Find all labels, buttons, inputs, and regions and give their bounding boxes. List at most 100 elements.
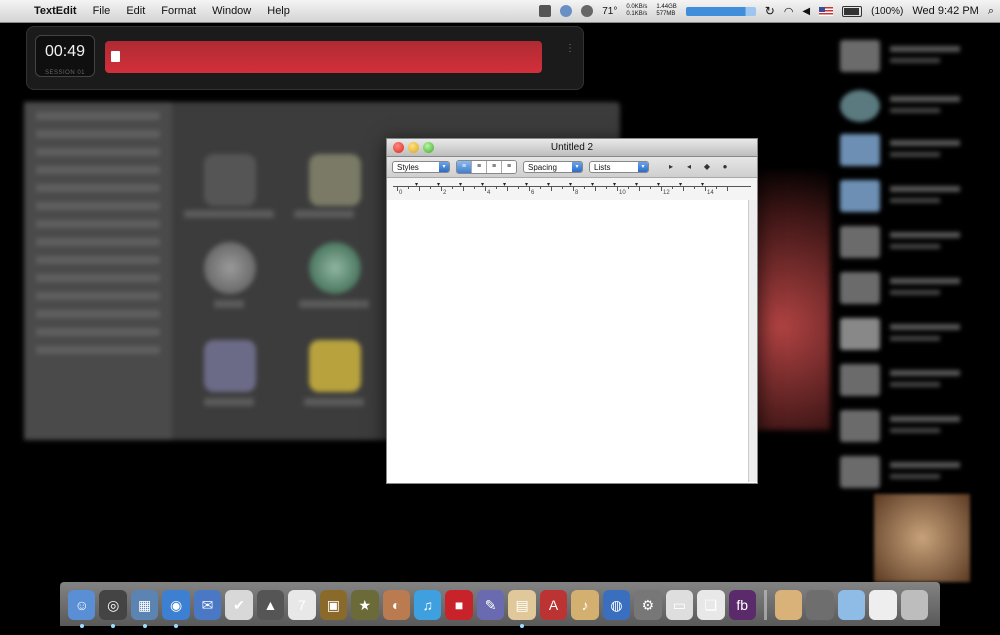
battery-icon[interactable] xyxy=(842,5,863,17)
folder-icon[interactable] xyxy=(837,590,866,620)
finder-icon[interactable]: ☺ xyxy=(68,590,96,628)
scanner-icon[interactable] xyxy=(806,590,834,620)
ruler-tab-stop-icon[interactable]: ▾ xyxy=(701,181,704,188)
mail-icon[interactable]: ✉ xyxy=(193,590,222,620)
network-speed[interactable]: 0.0KB/s 0.1KB/s xyxy=(626,4,647,18)
temperature-readout[interactable]: 71° xyxy=(602,6,617,17)
menu-file[interactable]: File xyxy=(85,5,119,17)
pen-icon[interactable]: ✎ xyxy=(476,590,505,620)
lists-label: Lists xyxy=(594,162,611,172)
minimize-button[interactable] xyxy=(408,142,419,153)
tab-stop-center-icon[interactable]: ◆ xyxy=(701,161,713,173)
menu-extra-icon[interactable] xyxy=(539,5,552,17)
spacing-label: Spacing xyxy=(528,162,557,172)
photoshop-icon[interactable]: ■ xyxy=(445,590,473,620)
textedit-window: Untitled 2 Styles ▾ ≡ ≡ ≡ ≡ Spacing ▾ Li… xyxy=(386,138,758,484)
time-machine-icon[interactable]: ↻ xyxy=(765,4,775,18)
document-icon[interactable] xyxy=(869,590,897,620)
ruler-tab-stop-icon[interactable]: ▾ xyxy=(569,181,572,188)
ruler-tick xyxy=(441,186,442,191)
ruler-tab-stop-icon[interactable]: ▾ xyxy=(415,181,418,188)
spotlight-search-icon[interactable]: ⌕ xyxy=(988,5,994,18)
tab-stop-right-icon[interactable]: ▸ xyxy=(665,161,677,173)
ruler-tab-stop-icon[interactable]: ▾ xyxy=(679,181,682,188)
preferences-icon[interactable]: ⚙ xyxy=(634,590,662,620)
preview-icon[interactable]: ▦ xyxy=(130,590,159,628)
ruler-tab-stop-icon[interactable]: ▾ xyxy=(547,181,550,188)
ruler-number: 14 xyxy=(707,190,714,196)
automator-icon[interactable]: ▲ xyxy=(256,590,285,620)
format-toolbar: Styles ▾ ≡ ≡ ≡ ≡ Spacing ▾ Lists ▾ ▸ ◂ ◆… xyxy=(387,157,757,178)
ruler-tick xyxy=(485,186,486,191)
net-down-readout: 0.1KB/s xyxy=(626,11,648,17)
ruler-tick xyxy=(518,186,519,189)
dropbox-icon[interactable] xyxy=(560,5,573,17)
dictionary-icon[interactable]: A xyxy=(539,590,568,620)
ruler-tab-stop-icon[interactable]: ▾ xyxy=(481,181,484,188)
ruler-tick xyxy=(694,186,695,189)
lists-popup[interactable]: Lists ▾ xyxy=(589,161,649,173)
ruler-tick xyxy=(463,186,464,191)
vertical-scrollbar[interactable] xyxy=(748,200,757,482)
ruler-tick xyxy=(419,186,420,191)
app-icon[interactable]: ❏ xyxy=(697,590,725,620)
safari-icon[interactable]: ◉ xyxy=(162,590,190,628)
ruler-tab-stop-icon[interactable]: ▾ xyxy=(613,181,616,188)
gear-icon[interactable] xyxy=(581,5,594,17)
app-menu[interactable]: TextEdit xyxy=(26,5,85,17)
zoom-button[interactable] xyxy=(423,142,434,153)
ruler-tab-stop-icon[interactable]: ▾ xyxy=(459,181,462,188)
network-icon[interactable]: ◍ xyxy=(602,590,631,620)
window-titlebar[interactable]: Untitled 2 xyxy=(387,139,757,157)
photo-booth-icon[interactable]: ◐ xyxy=(382,590,410,620)
ruler-tab-stop-icon[interactable]: ▾ xyxy=(525,181,528,188)
popup-arrows-icon: ▾ xyxy=(638,162,648,172)
battery-percent[interactable]: (100%) xyxy=(871,6,903,17)
ruler[interactable]: 0 2 4 6 8 10 12 14 ▾ ▾ ▾ ▾ ▾ ▾ ▾ ▾ ▾ ▾ ▾ ▾ ▾ ▾ xyxy=(387,178,757,201)
ruler-tab-stop-icon[interactable]: ▾ xyxy=(591,181,594,188)
volume-icon[interactable]: ◀ xyxy=(802,6,810,17)
close-button[interactable] xyxy=(393,142,404,153)
menu-edit[interactable]: Edit xyxy=(118,5,153,17)
wifi-icon[interactable]: ◠ xyxy=(784,5,794,18)
document-text-area[interactable] xyxy=(387,200,749,482)
ruler-tab-stop-icon[interactable]: ▾ xyxy=(437,181,440,188)
menu-clock[interactable]: Wed 9:42 PM xyxy=(912,5,978,17)
star-icon[interactable]: ★ xyxy=(351,590,379,620)
menu-format[interactable]: Format xyxy=(153,5,204,17)
ical-icon[interactable]: 7 xyxy=(288,590,316,620)
microphone-icon[interactable]: ♪ xyxy=(571,590,599,620)
cpu-meter[interactable] xyxy=(685,6,756,16)
popup-arrows-icon: ▾ xyxy=(572,162,582,172)
calendar-notes-icon[interactable]: ✔ xyxy=(225,590,253,620)
itunes-icon[interactable]: ♫ xyxy=(413,590,442,620)
flashbuilder-icon[interactable]: fb xyxy=(728,590,756,620)
iphoto-icon[interactable]: ▣ xyxy=(319,590,348,620)
textedit-icon[interactable]: ▤ xyxy=(508,590,536,628)
screen-icon[interactable]: ▭ xyxy=(665,590,694,620)
ruler-tab-stop-icon[interactable]: ▾ xyxy=(657,181,660,188)
menu-help[interactable]: Help xyxy=(259,5,298,17)
dashboard-icon[interactable]: ◎ xyxy=(99,590,127,628)
memory-meter[interactable]: 1.44GB 577MB xyxy=(656,4,676,18)
ruler-number: 6 xyxy=(531,190,535,196)
timer-progress-marker xyxy=(111,51,120,62)
ruler-number: 0 xyxy=(399,190,403,196)
spacing-popup[interactable]: Spacing ▾ xyxy=(523,161,583,173)
downloads-icon[interactable] xyxy=(774,590,803,620)
net-up-readout: 0.0KB/s xyxy=(626,4,648,10)
menu-window[interactable]: Window xyxy=(204,5,259,17)
align-justify-button[interactable]: ≡ xyxy=(487,161,502,173)
align-right-button[interactable]: ≡ xyxy=(502,161,516,173)
ruler-tick xyxy=(661,186,662,191)
input-source-flag-icon[interactable] xyxy=(819,6,834,16)
ruler-tab-stop-icon[interactable]: ▾ xyxy=(503,181,506,188)
styles-popup[interactable]: Styles ▾ xyxy=(392,161,450,173)
tab-stop-decimal-icon[interactable]: ● xyxy=(719,161,731,173)
trash-icon[interactable] xyxy=(900,590,929,620)
ruler-tab-stop-icon[interactable]: ▾ xyxy=(635,181,638,188)
tab-stop-left-icon[interactable]: ◂ xyxy=(683,161,695,173)
timer-menu-icon[interactable]: ⋮ xyxy=(565,43,575,54)
align-left-button[interactable]: ≡ xyxy=(457,161,472,173)
align-center-button[interactable]: ≡ xyxy=(472,161,487,173)
